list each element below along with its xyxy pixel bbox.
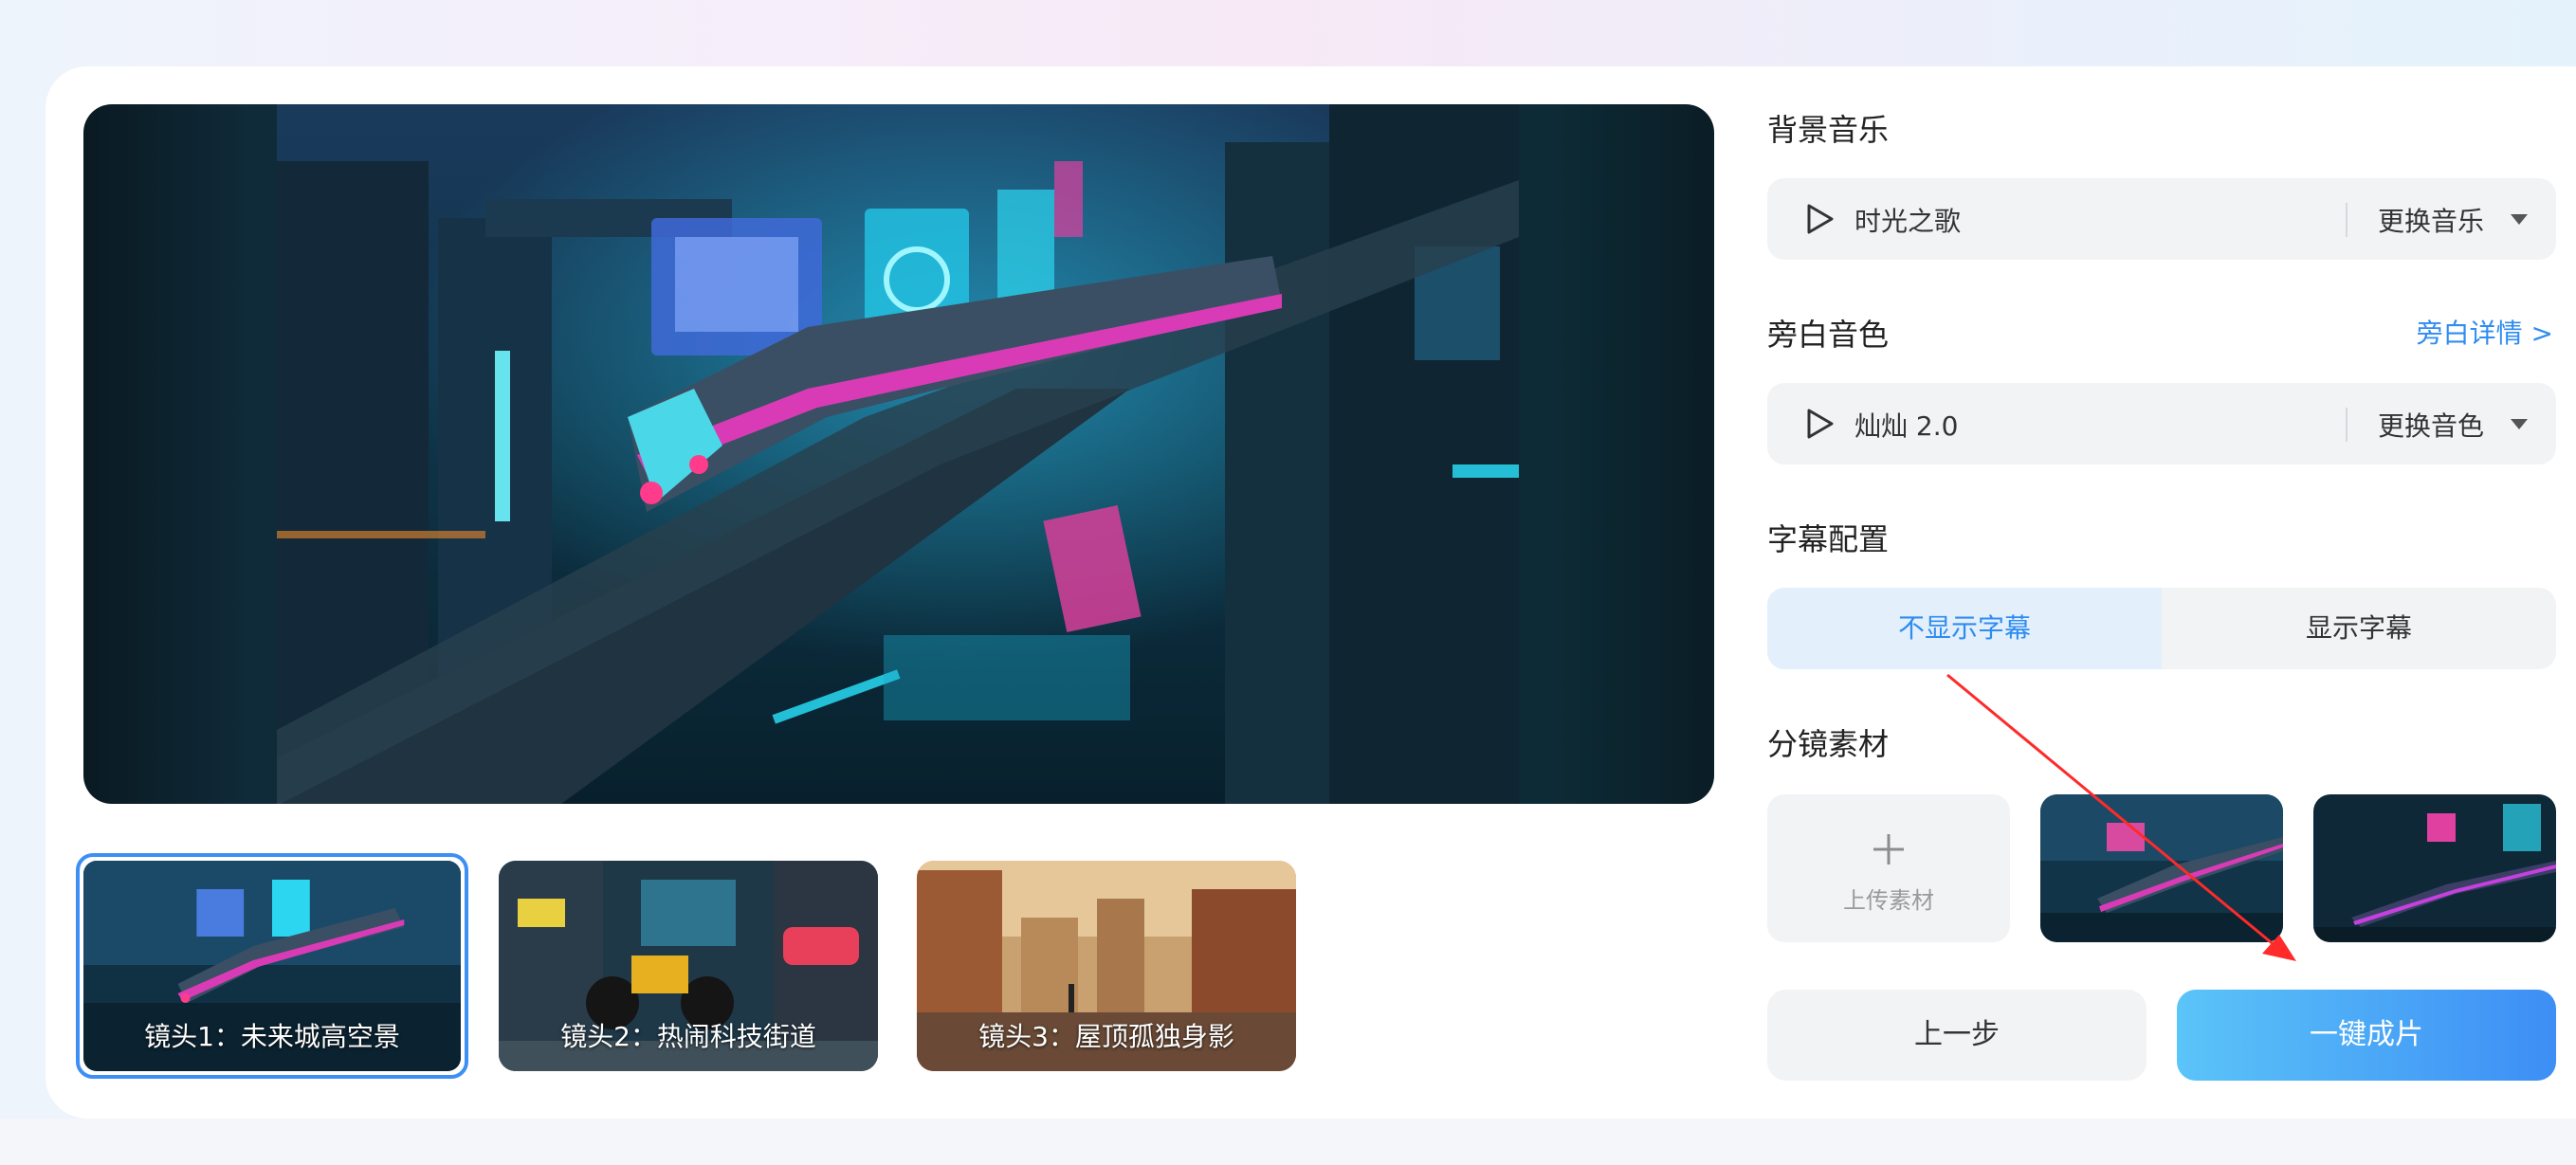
play-icon[interactable] xyxy=(1803,408,1836,440)
voice-name: 灿灿 2.0 xyxy=(1854,410,1959,442)
music-selector: 时光之歌 更换音乐 xyxy=(1767,178,2556,260)
video-preview[interactable] xyxy=(83,104,1714,804)
shot-1-label: 镜头1：未来城高空景 xyxy=(144,1021,400,1052)
voice-section-title: 旁白音色 xyxy=(1767,317,1890,353)
subtitle-toggle: 不显示字幕 显示字幕 xyxy=(1767,588,2556,669)
material-1-image xyxy=(2040,794,2283,942)
chevron-down-icon[interactable] xyxy=(2511,419,2528,429)
materials-section-title: 分镜素材 xyxy=(1767,726,1890,762)
material-thumbnail-2[interactable] xyxy=(2313,794,2556,942)
page-footer-band xyxy=(0,1119,2576,1165)
upload-material-label: 上传素材 xyxy=(1843,887,1934,914)
selector-divider xyxy=(2346,408,2348,442)
subtitle-off-option[interactable]: 不显示字幕 xyxy=(1767,588,2162,669)
shot-thumbnail-2[interactable]: 镜头2：热闹科技街道 xyxy=(499,861,878,1071)
plus-icon xyxy=(1873,834,1904,865)
material-thumbnail-1[interactable] xyxy=(2040,794,2283,942)
shot-thumbnail-1[interactable]: 镜头1：未来城高空景 xyxy=(76,853,468,1079)
voice-selector: 灿灿 2.0 更换音色 xyxy=(1767,383,2556,464)
subtitle-on-option[interactable]: 显示字幕 xyxy=(2162,588,2556,669)
music-name: 时光之歌 xyxy=(1854,206,1962,237)
shot-2-label: 镜头2：热闹科技街道 xyxy=(560,1021,816,1052)
music-section-title: 背景音乐 xyxy=(1767,112,1890,148)
shot-thumbnail-3[interactable]: 镜头3：屋顶孤独身影 xyxy=(917,861,1296,1071)
voice-detail-link[interactable]: 旁白详情 > xyxy=(2417,313,2553,351)
generate-video-button[interactable]: 一键成片 xyxy=(2177,990,2556,1081)
previous-step-button[interactable]: 上一步 xyxy=(1767,990,2147,1081)
chevron-down-icon[interactable] xyxy=(2511,214,2528,225)
material-2-image xyxy=(2313,794,2556,942)
shot-3-label: 镜头3：屋顶孤独身影 xyxy=(978,1021,1234,1052)
change-music-button[interactable]: 更换音乐 xyxy=(2378,201,2484,239)
upload-material-button[interactable]: 上传素材 xyxy=(1767,794,2010,942)
subtitle-section-title: 字幕配置 xyxy=(1767,521,1890,557)
selector-divider xyxy=(2346,203,2348,237)
preview-image xyxy=(277,104,1519,804)
change-voice-button[interactable]: 更换音色 xyxy=(2378,406,2484,444)
play-icon[interactable] xyxy=(1803,203,1836,235)
